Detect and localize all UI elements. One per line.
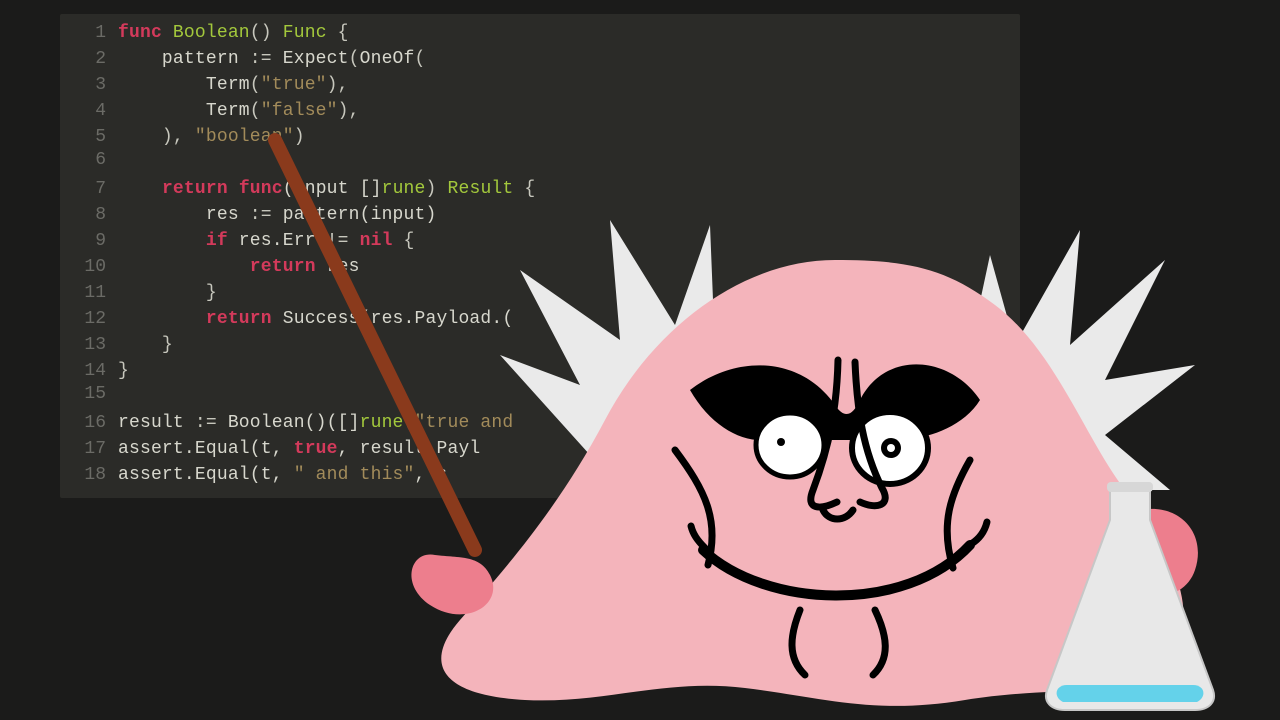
line-number: 9	[60, 231, 118, 251]
line-number: 2	[60, 49, 118, 69]
code-line: 2 pattern := Expect(OneOf(	[60, 46, 1020, 72]
line-number: 6	[60, 150, 118, 170]
code-line: 6	[60, 150, 1020, 176]
line-number: 12	[60, 309, 118, 329]
line-number: 16	[60, 413, 118, 433]
line-number: 14	[60, 361, 118, 381]
line-number: 10	[60, 257, 118, 277]
code-line: 5 ), "boolean")	[60, 124, 1020, 150]
line-number: 15	[60, 384, 118, 404]
code-text: assert.Equal(t, " and this", s	[118, 462, 447, 488]
code-text: func Boolean() Func {	[118, 20, 349, 46]
code-text: }	[118, 280, 217, 306]
code-text: return res	[118, 254, 360, 280]
line-number: 4	[60, 101, 118, 121]
mascot-illustration	[405, 190, 1225, 720]
code-text: res := pattern(input)	[118, 202, 436, 228]
code-text: }	[118, 358, 129, 384]
code-line: 3 Term("true"),	[60, 72, 1020, 98]
code-line: 1func Boolean() Func {	[60, 20, 1020, 46]
code-text: if res.Err != nil {	[118, 228, 415, 254]
code-line: 4 Term("false"),	[60, 98, 1020, 124]
arm-left	[411, 555, 493, 615]
code-text: Term("true"),	[118, 72, 349, 98]
code-text: Term("false"),	[118, 98, 360, 124]
line-number: 7	[60, 179, 118, 199]
line-number: 13	[60, 335, 118, 355]
line-number: 5	[60, 127, 118, 147]
code-text: }	[118, 332, 173, 358]
line-number: 8	[60, 205, 118, 225]
line-number: 11	[60, 283, 118, 303]
line-number: 17	[60, 439, 118, 459]
line-number: 1	[60, 23, 118, 43]
code-text: pattern := Expect(OneOf(	[118, 46, 426, 72]
line-number: 18	[60, 465, 118, 485]
line-number: 3	[60, 75, 118, 95]
